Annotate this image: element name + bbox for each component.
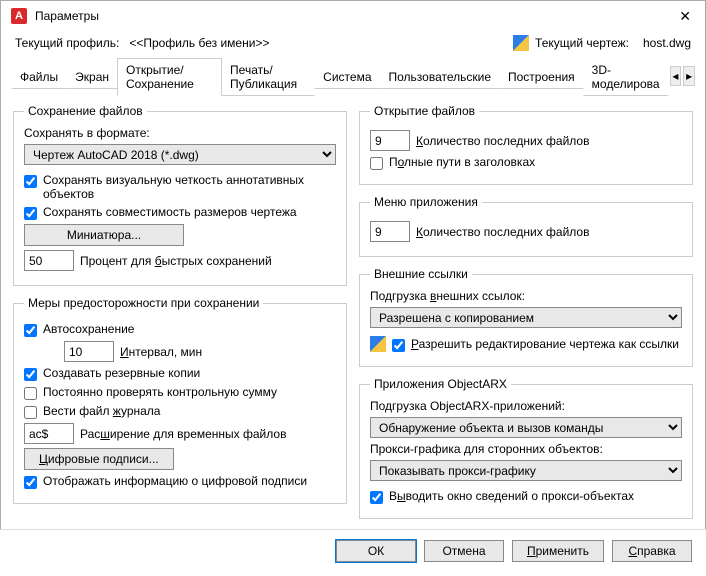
app-logo-icon: A — [11, 8, 27, 24]
xrefs-load-label: Подгрузка внешних ссылок: — [370, 289, 682, 303]
tab-system[interactable]: Система — [314, 65, 380, 89]
checkbox-checksum[interactable]: Постоянно проверять контрольную сумму — [24, 385, 336, 400]
group-xrefs-legend: Внешние ссылки — [370, 267, 472, 281]
tab-build[interactable]: Построения — [499, 65, 584, 89]
group-save-files: Сохранение файлов Сохранять в формате: Ч… — [13, 104, 347, 286]
group-app-menu-legend: Меню приложения — [370, 195, 482, 209]
group-open-files: Открытие файлов Количество последних фай… — [359, 104, 693, 185]
signatures-button[interactable]: Цифровые подписи... — [24, 448, 174, 470]
checkbox-proxy-info[interactable]: Выводить окно сведений о прокси-объектах — [370, 489, 682, 504]
dwg-icon — [370, 336, 386, 352]
open-recent-label: Количество последних файлов — [416, 134, 589, 148]
dwg-icon — [513, 35, 529, 51]
xrefs-load-select[interactable]: Разрешена с копированием — [370, 307, 682, 328]
ext-label: Расширение для временных файлов — [80, 427, 286, 441]
checkbox-journal[interactable]: Вести файл журнала — [24, 404, 336, 419]
tab-files[interactable]: Файлы — [11, 65, 67, 89]
tab-open-save[interactable]: Открытие/Сохранение — [117, 58, 222, 96]
group-objectarx-legend: Приложения ObjectARX — [370, 377, 511, 391]
thumbnail-button[interactable]: Миниатюра... — [24, 224, 184, 246]
checkbox-backup[interactable]: Создавать резервные копии — [24, 366, 336, 381]
checkbox-xref-edit[interactable]: Разрешить редактирование чертежа как ссы… — [392, 337, 679, 352]
apply-button[interactable]: Применить — [512, 540, 604, 562]
percent-input[interactable] — [24, 250, 74, 271]
menu-recent-label: Количество последних файлов — [416, 225, 589, 239]
save-format-select[interactable]: Чертеж AutoCAD 2018 (*.dwg) — [24, 144, 336, 165]
group-open-files-legend: Открытие файлов — [370, 104, 479, 118]
tab-3d[interactable]: 3D-моделирова — [583, 58, 669, 96]
checkbox-visual-clarity[interactable]: Сохранять визуальную четкость аннотативн… — [24, 173, 336, 201]
menu-recent-input[interactable] — [370, 221, 410, 242]
group-precautions: Меры предосторожности при сохранении Авт… — [13, 296, 347, 504]
open-recent-input[interactable] — [370, 130, 410, 151]
interval-label: Интервал, мин — [120, 345, 202, 359]
ok-button[interactable]: ОК — [336, 540, 416, 562]
percent-label: Процент для быстрых сохранений — [80, 254, 272, 268]
group-save-files-legend: Сохранение файлов — [24, 104, 147, 118]
tab-scroll-left-icon[interactable]: ◂ — [670, 66, 682, 86]
group-precautions-legend: Меры предосторожности при сохранении — [24, 296, 263, 310]
arx-load-label: Подгрузка ObjectARX-приложений: — [370, 399, 682, 413]
proxy-select[interactable]: Показывать прокси-графику — [370, 460, 682, 481]
window-title: Параметры — [35, 9, 99, 23]
save-format-label: Сохранять в формате: — [24, 126, 336, 140]
cancel-button[interactable]: Отмена — [424, 540, 504, 562]
current-drawing-label: Текущий чертеж: — [535, 36, 629, 50]
current-profile-value: <<Профиль без имени>> — [129, 36, 269, 50]
checkbox-show-sign[interactable]: Отображать информацию о цифровой подписи — [24, 474, 336, 489]
help-button[interactable]: Справка — [612, 540, 692, 562]
interval-input[interactable] — [64, 341, 114, 362]
checkbox-full-paths[interactable]: Полные пути в заголовках — [370, 155, 682, 170]
checkbox-autosave[interactable]: Автосохранение — [24, 322, 336, 337]
current-drawing-value: host.dwg — [643, 36, 691, 50]
tab-print[interactable]: Печать/Публикация — [221, 58, 315, 96]
group-app-menu: Меню приложения Количество последних фай… — [359, 195, 693, 257]
tabstrip: Файлы Экран Открытие/Сохранение Печать/П… — [1, 57, 705, 96]
group-xrefs: Внешние ссылки Подгрузка внешних ссылок:… — [359, 267, 693, 367]
group-objectarx: Приложения ObjectARX Подгрузка ObjectARX… — [359, 377, 693, 519]
current-profile-label: Текущий профиль: — [15, 36, 119, 50]
close-icon[interactable]: ✕ — [675, 8, 695, 25]
tab-user[interactable]: Пользовательские — [380, 65, 501, 89]
checkbox-dim-compat[interactable]: Сохранять совместимость размеров чертежа — [24, 205, 336, 220]
ext-input[interactable] — [24, 423, 74, 444]
tab-screen[interactable]: Экран — [66, 65, 118, 89]
arx-load-select[interactable]: Обнаружение объекта и вызов команды — [370, 417, 682, 438]
tab-scroll-right-icon[interactable]: ▸ — [683, 66, 695, 86]
proxy-label: Прокси-графика для сторонних объектов: — [370, 442, 682, 456]
